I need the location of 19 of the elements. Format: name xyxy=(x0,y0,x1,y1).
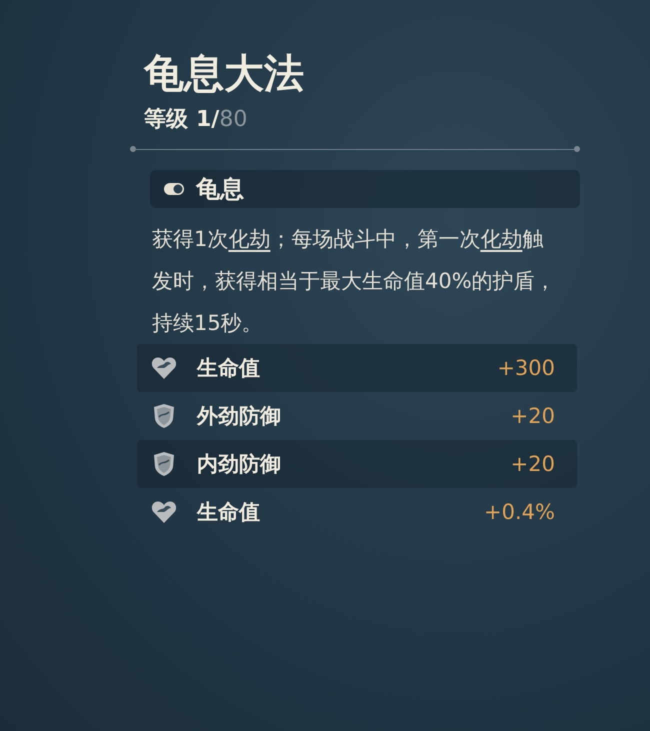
skill-name: 龟息 xyxy=(196,174,244,205)
stat-value: +0.4% xyxy=(484,500,555,524)
stat-value: +20 xyxy=(510,404,555,428)
stat-name: 内劲防御 xyxy=(197,451,281,478)
level-label: 等级 xyxy=(144,106,188,134)
shield-icon xyxy=(151,451,177,477)
toggle-icon xyxy=(164,182,186,196)
stat-value: +300 xyxy=(497,356,555,380)
stat-name: 外劲防御 xyxy=(197,403,281,430)
stat-name: 生命值 xyxy=(197,499,260,526)
heart-icon xyxy=(151,356,177,380)
level-max: 80 xyxy=(219,107,248,132)
stat-value: +20 xyxy=(510,452,555,476)
skill-description: 获得1次化劫；每场战斗中，第一次化劫触发时，获得相当于最大生命值40%的护盾，持续15秒。 xyxy=(152,226,557,337)
level-current: 1/ xyxy=(196,107,220,132)
shield-icon xyxy=(151,403,177,429)
stat-name: 生命值 xyxy=(197,355,260,382)
skill-title: 龟息大法 xyxy=(142,49,305,99)
heart-icon xyxy=(151,500,177,524)
